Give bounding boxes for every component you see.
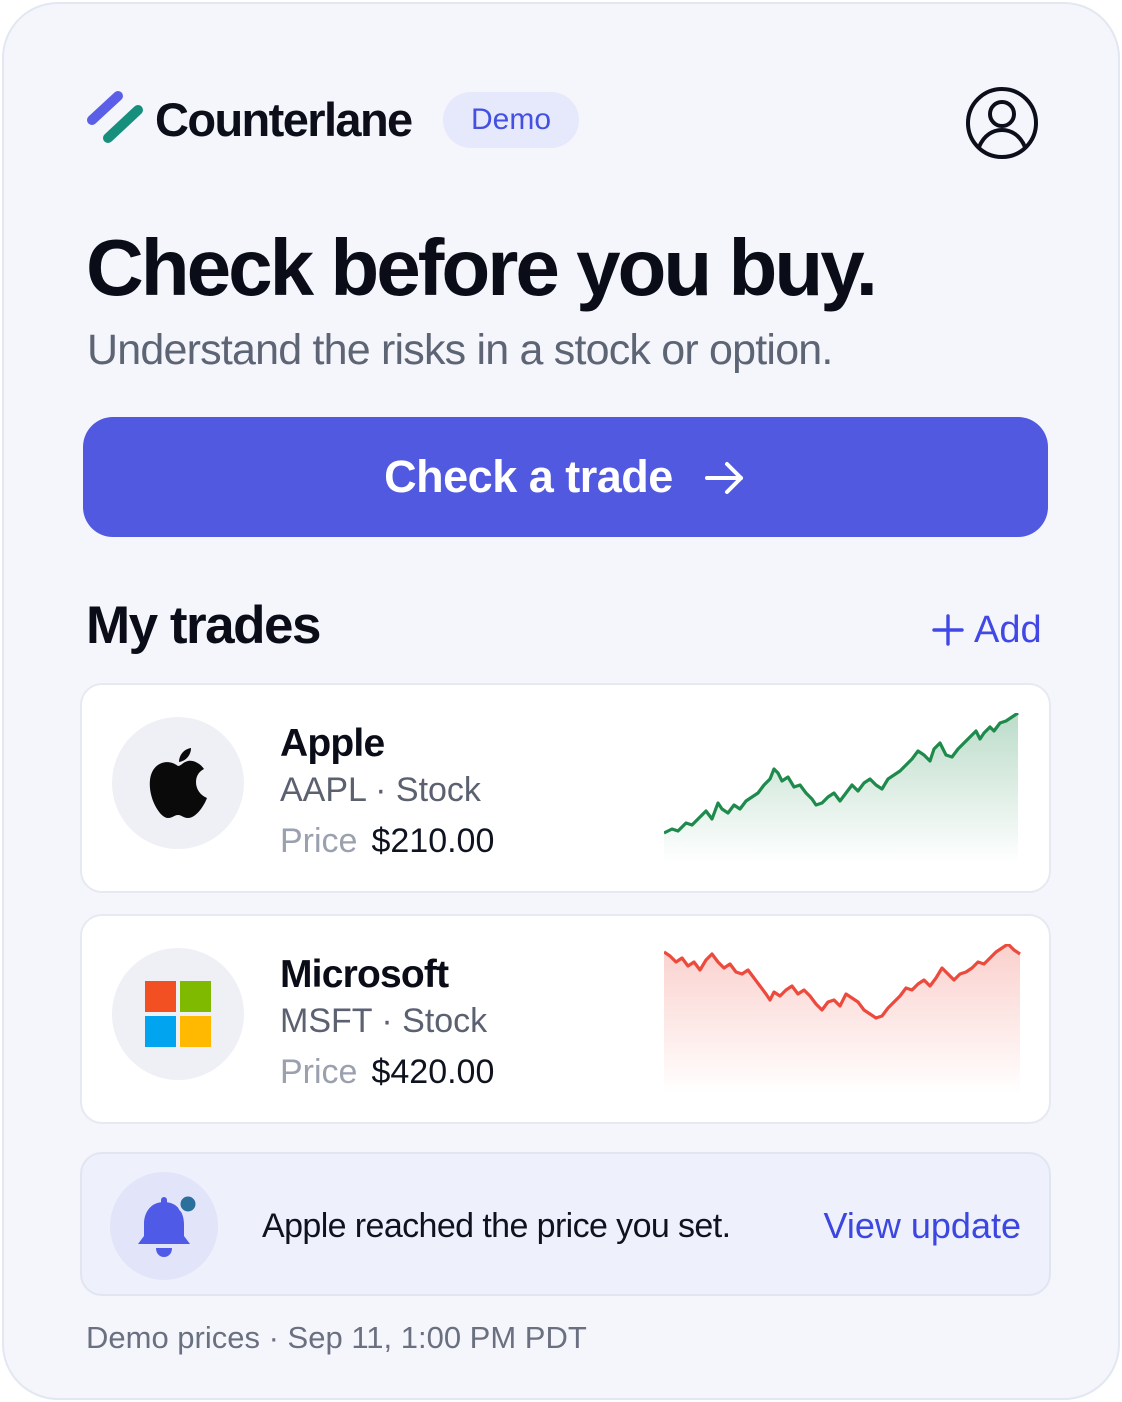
trade-price-row: Price $210.00 [280,819,494,863]
microsoft-logo-badge [112,948,244,1080]
arrow-right-icon [704,462,743,494]
app-screen: Counterlane Demo Check before you buy. U… [2,2,1120,1400]
add-trade-button[interactable]: Add [932,606,1042,654]
price-alert-banner: Apple reached the price you set. View up… [80,1152,1051,1296]
view-update-link[interactable]: View update [824,1204,1022,1248]
check-trade-label: Check a trade [384,451,673,502]
price-value: $420.00 [371,1053,495,1091]
trade-card-apple[interactable]: Apple AAPL · Stock Price $210.00 [80,683,1051,893]
footer-timestamp: Demo prices · Sep 11, 1:00 PM PDT [86,1320,587,1355]
price-label: Price [280,822,358,860]
trade-ticker-type: AAPL · Stock [280,771,481,809]
page-subtitle: Understand the risks in a stock or optio… [87,326,833,374]
trade-name: Microsoft [280,953,449,996]
user-circle-icon[interactable] [964,85,1040,161]
trade-price-row: Price $420.00 [280,1050,494,1094]
microsoft-logo-icon [145,981,211,1047]
brand-name: Counterlane [155,93,413,146]
add-trade-label: Add [974,609,1042,651]
counterlane-logo-icon [87,91,143,143]
page-title: Check before you buy. [86,223,878,312]
section-title-my-trades: My trades [86,596,321,655]
bell-icon [138,1193,199,1257]
alert-icon-badge [110,1172,218,1280]
sparkline-microsoft [664,944,1021,1094]
alert-message: Apple reached the price you set. [262,1207,731,1245]
plus-icon [932,614,964,646]
price-value: $210.00 [371,822,495,860]
apple-logo-badge [112,717,244,849]
price-label: Price [280,1053,358,1091]
trade-ticker-type: MSFT · Stock [280,1002,488,1040]
apple-logo-icon [149,748,207,818]
trade-card-microsoft[interactable]: Microsoft MSFT · Stock Price $420.00 [80,914,1051,1124]
demo-badge: Demo [443,92,579,148]
check-trade-button[interactable]: Check a trade [83,417,1048,537]
sparkline-apple [664,713,1019,863]
trade-name: Apple [280,722,385,765]
